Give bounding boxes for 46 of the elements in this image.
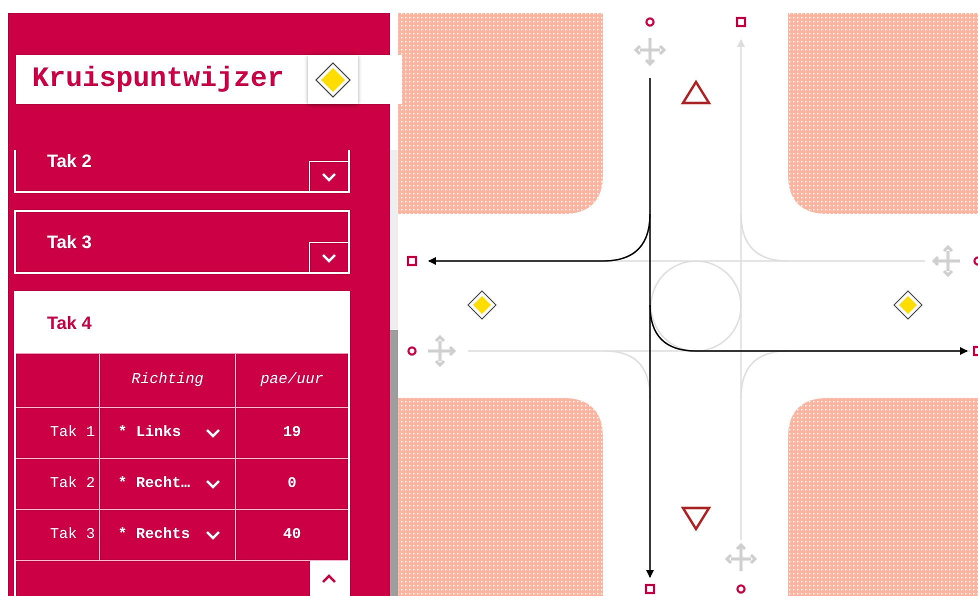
- scrollbar[interactable]: [390, 150, 398, 596]
- chevron-down-icon: [205, 428, 221, 438]
- square-marker-icon[interactable]: [644, 584, 656, 594]
- chevron-down-icon: [205, 479, 221, 489]
- table-cell: 19: [236, 407, 348, 458]
- yield-sign-icon: [680, 506, 712, 532]
- priority-road-sign-icon: [315, 62, 351, 98]
- chevron-down-icon: [321, 252, 337, 262]
- column-header: pae/uur: [259, 370, 324, 390]
- table-cell: 0: [236, 458, 348, 509]
- direction-select[interactable]: * Links: [100, 407, 236, 458]
- square-marker-icon[interactable]: [972, 346, 978, 356]
- direction-arrows-icon: [634, 36, 666, 66]
- circle-marker-icon[interactable]: [407, 346, 417, 356]
- chevron-up-icon: [321, 574, 337, 584]
- logo-button[interactable]: [308, 55, 358, 104]
- lane-curve: [740, 214, 788, 262]
- table-cell: Tak 1: [16, 407, 100, 458]
- direction-arrows-icon: [932, 244, 962, 278]
- scrollbar-thumb[interactable]: [390, 330, 398, 596]
- branch-title[interactable]: Tak 2: [47, 150, 92, 174]
- direction-select[interactable]: * Rechts: [100, 509, 236, 560]
- expand-button[interactable]: [309, 161, 348, 191]
- collapse-button[interactable]: [310, 561, 348, 596]
- direction-select[interactable]: * Recht…: [100, 458, 236, 509]
- lane-curve: [604, 350, 651, 398]
- circle-marker-icon[interactable]: [736, 584, 746, 594]
- priority-road-sign-icon: [893, 290, 923, 320]
- direction-arrows-icon: [724, 542, 758, 572]
- priority-road-sign-icon: [467, 290, 497, 320]
- circle-marker-icon[interactable]: [973, 256, 978, 266]
- yield-sign-icon: [680, 80, 712, 104]
- chevron-down-icon: [321, 172, 337, 182]
- table-cell: 40: [236, 509, 348, 560]
- app-title: Kruispuntwijzer: [32, 62, 286, 96]
- square-marker-icon[interactable]: [736, 16, 746, 28]
- table-cell: Tak 2: [16, 458, 100, 509]
- branch-title[interactable]: Tak 4: [47, 310, 92, 336]
- chevron-down-icon: [205, 530, 221, 540]
- square-marker-icon[interactable]: [406, 256, 418, 266]
- direction-arrows-icon: [426, 334, 456, 368]
- table-cell: Tak 3: [16, 509, 100, 560]
- expand-button[interactable]: [309, 242, 348, 272]
- circle-marker-icon[interactable]: [645, 17, 655, 27]
- column-header: Richting: [100, 354, 236, 407]
- branch-title[interactable]: Tak 3: [47, 228, 92, 256]
